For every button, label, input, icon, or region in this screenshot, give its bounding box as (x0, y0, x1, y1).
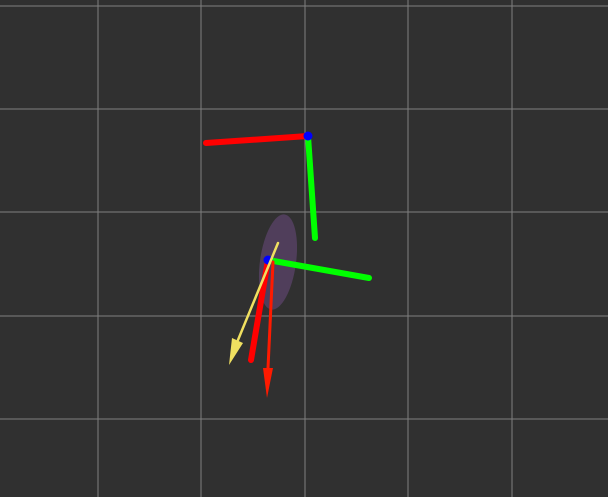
pose-arrow-yellow-head (229, 338, 243, 365)
pose-arrow-red-head (263, 368, 273, 398)
frame-a-origin (303, 131, 313, 141)
ground-grid (0, 0, 608, 497)
frame-a-y-axis (305, 133, 318, 241)
3d-viewport[interactable] (0, 0, 608, 497)
frame-a (203, 131, 318, 241)
scene-canvas[interactable] (0, 0, 608, 497)
frame-a-x-axis (203, 133, 311, 146)
